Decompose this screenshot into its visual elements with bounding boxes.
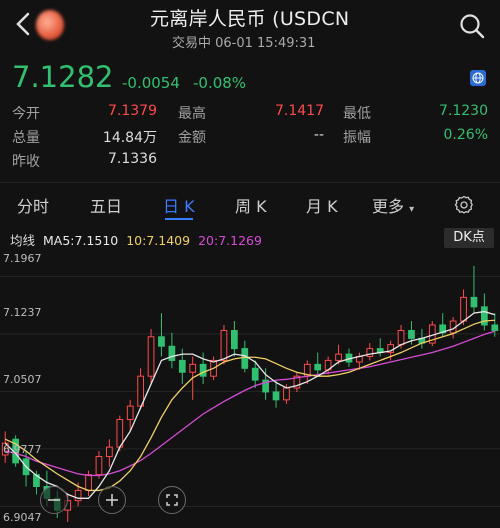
last-price: 7.1282 [12, 60, 114, 94]
amplitude-value: 0.26% [443, 127, 488, 143]
kline-chart-svg [0, 265, 500, 522]
page-title: 元离岸人民币 (USDCN [150, 8, 350, 30]
candle [293, 372, 301, 392]
candle-body [314, 363, 322, 371]
candle [106, 439, 113, 467]
ma-label: 均线 [10, 233, 36, 248]
tab-more-label: 更多 [372, 197, 405, 216]
tab-daily-k[interactable]: 日 K [163, 193, 195, 217]
search-icon[interactable] [458, 12, 486, 40]
candle [345, 348, 353, 367]
candle-body [241, 348, 249, 369]
ma10-value: 10:7.1409 [126, 233, 191, 248]
candle-body [231, 329, 238, 350]
dk-point-button[interactable]: DK点 [444, 228, 494, 248]
ma10-line [4, 319, 495, 492]
high-label: 最高 [178, 106, 206, 122]
price-change-percent: -0.08% [193, 74, 247, 92]
candle-body [272, 391, 280, 401]
candle [324, 356, 332, 375]
amplitude-label: 振幅 [343, 130, 371, 146]
currency-avatar-icon [36, 10, 64, 40]
candle-body [397, 329, 405, 346]
tab-monthly-k[interactable]: 月 K [306, 193, 338, 217]
trading-status-time: 交易中 06-01 15:49:31 [172, 36, 316, 51]
tab-intraday[interactable]: 分时 [17, 193, 49, 217]
gear-icon[interactable] [454, 195, 474, 215]
zoom-out-button[interactable] [40, 486, 68, 514]
candle-body [74, 489, 82, 502]
candle [158, 313, 165, 357]
candle [376, 338, 384, 357]
volume-label: 总量 [12, 130, 40, 146]
volume-value: 14.84万 [102, 130, 157, 146]
prev-close-value: 7.1336 [108, 151, 157, 167]
zoom-in-button[interactable] [98, 486, 126, 514]
plus-icon [106, 494, 118, 506]
candle-body [408, 329, 415, 339]
y-tick-label: 7.0507 [3, 373, 42, 386]
candle [491, 313, 499, 337]
kline-chart[interactable] [0, 250, 500, 524]
candle-body [335, 353, 342, 361]
candle [366, 343, 374, 361]
candle-body [178, 359, 186, 373]
expand-icon [166, 494, 178, 506]
amount-label: 金额 [178, 130, 206, 146]
candle-body [199, 363, 207, 377]
low-value: 7.1230 [439, 103, 488, 119]
tab-more[interactable]: 更多 ▾ [372, 193, 414, 217]
candle [470, 265, 478, 314]
open-label: 今开 [12, 106, 40, 122]
candle [116, 415, 124, 452]
tab-five-day[interactable]: 五日 [90, 193, 122, 217]
candle-body [158, 336, 165, 347]
candle-body [251, 367, 259, 381]
chevron-down-icon: ▾ [409, 204, 415, 215]
app-header: 元离岸人民币 (USDCN 交易中 06-01 15:49:31 [0, 0, 500, 58]
candle-body [189, 363, 197, 373]
candle-body [126, 405, 134, 421]
candle-body [106, 446, 113, 458]
divider [0, 182, 500, 183]
low-label: 最低 [343, 106, 371, 122]
open-value: 7.1379 [108, 103, 157, 119]
active-tab-indicator [165, 218, 193, 220]
minus-icon [48, 499, 60, 501]
high-value: 7.1417 [275, 103, 324, 119]
candle-body [220, 329, 228, 361]
y-tick-label: 7.1967 [3, 252, 42, 265]
globe-glyph-icon [472, 72, 484, 84]
ma20-line [5, 330, 495, 477]
fullscreen-button[interactable] [158, 486, 186, 514]
candle [168, 332, 176, 369]
candle-body [147, 336, 155, 377]
y-tick-label: 6.9047 [3, 511, 42, 524]
candle [314, 352, 322, 377]
candle [231, 321, 238, 357]
moving-average-legend: 均线 MA5:7.1510 10:7.1409 20:7.1269 [10, 230, 266, 249]
candle-body [168, 345, 176, 361]
ma5-value: MA5:7.1510 [43, 233, 119, 248]
globe-icon[interactable] [470, 70, 486, 86]
ma20-value: 20:7.1269 [198, 233, 262, 248]
candle [147, 328, 155, 385]
candle [428, 321, 436, 347]
candle [95, 451, 103, 479]
tab-weekly-k[interactable]: 周 K [235, 193, 267, 217]
candle-body [491, 324, 499, 331]
y-tick-label: 7.1237 [3, 306, 42, 319]
candle-body [366, 348, 374, 357]
candle-body [283, 387, 290, 401]
price-change: -0.0054 [122, 74, 180, 92]
candle-body [460, 296, 467, 322]
prev-close-label: 昨收 [12, 154, 40, 170]
y-tick-label: 6.9777 [3, 443, 42, 456]
back-arrow-icon[interactable] [12, 10, 34, 38]
candle-body [95, 456, 103, 476]
candle-body [85, 474, 92, 491]
amount-value: -- [313, 127, 324, 143]
candle-body [470, 296, 478, 308]
